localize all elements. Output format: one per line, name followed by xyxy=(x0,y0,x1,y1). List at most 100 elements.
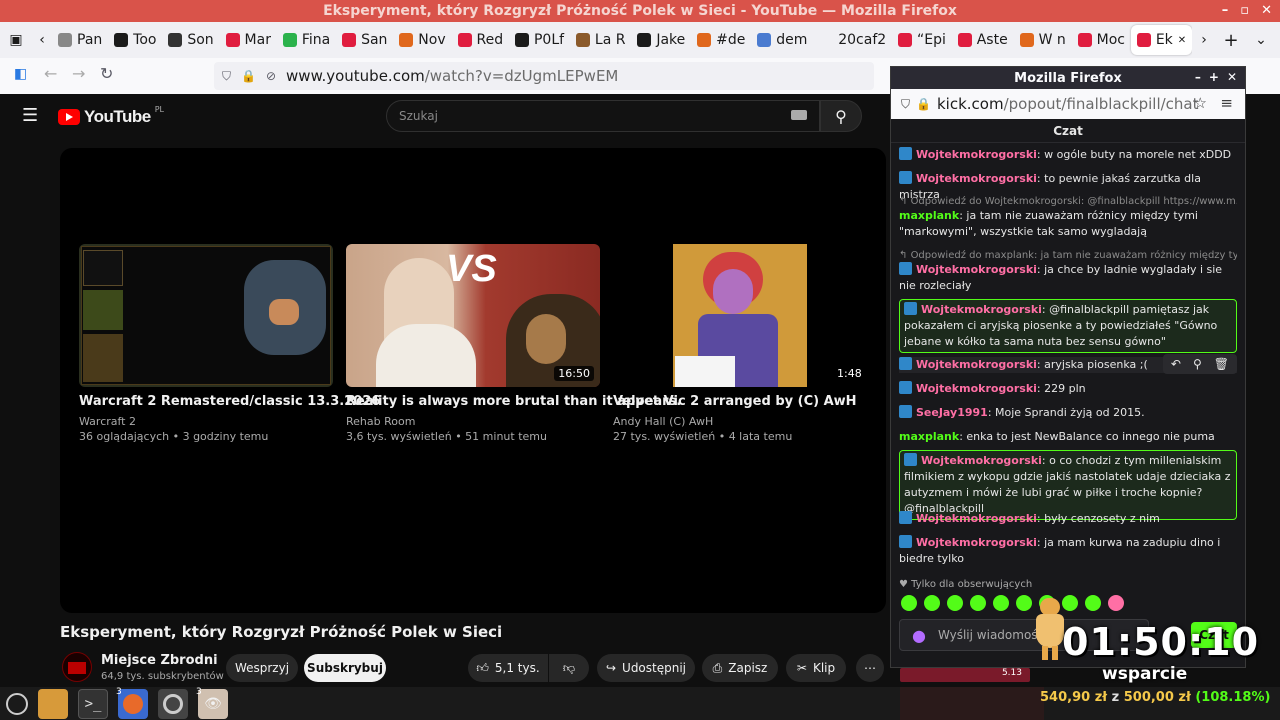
search-input[interactable]: Szukaj xyxy=(386,100,820,132)
browser-tab[interactable]: Aste xyxy=(952,22,1014,58)
subscribe-button[interactable]: Subskrybuj xyxy=(304,654,386,682)
browser-tab[interactable]: Jake xyxy=(631,22,691,58)
tab-overflow-icon[interactable]: ⌄ xyxy=(1246,32,1276,48)
chat-username[interactable]: Wojtekmokrogorski xyxy=(916,358,1037,371)
video-thumbnail[interactable] xyxy=(613,244,867,387)
permissions-icon[interactable]: ⊘ xyxy=(266,69,276,83)
browser-tab[interactable]: dem xyxy=(751,22,813,58)
popup-shield-icon[interactable]: ⛉ xyxy=(901,97,910,112)
popup-maximize-icon[interactable]: + xyxy=(1209,70,1219,84)
terminal-icon[interactable]: >_ xyxy=(78,689,108,719)
browser-tab[interactable]: W n xyxy=(1014,22,1072,58)
popup-close-icon[interactable]: ✕ xyxy=(1227,70,1237,84)
pin-action-icon[interactable]: ⚲ xyxy=(1193,356,1202,372)
new-tab-icon[interactable]: + xyxy=(1216,30,1246,51)
folder-icon[interactable] xyxy=(38,689,68,719)
tab-list-icon[interactable]: ▣ xyxy=(0,22,32,58)
emote-icon[interactable] xyxy=(947,595,963,611)
star-icon[interactable]: ☆ xyxy=(1194,94,1207,112)
minimize-icon[interactable]: – xyxy=(1222,3,1229,18)
popup-lock-icon[interactable]: 🔒 xyxy=(916,97,931,111)
search-button[interactable]: ⚲ xyxy=(820,100,862,132)
support-button[interactable]: Wesprzyj xyxy=(226,654,298,682)
emote-icon[interactable] xyxy=(1085,595,1101,611)
chat-username[interactable]: Wojtekmokrogorski xyxy=(916,263,1037,276)
keyboard-icon[interactable] xyxy=(791,110,807,120)
browser-tab[interactable]: Moc xyxy=(1072,22,1131,58)
chat-username[interactable]: Wojtekmokrogorski xyxy=(916,382,1037,395)
youtube-header: ☰ YouTube PL Szukaj ⚲ xyxy=(0,94,890,138)
tab-scroll-right-icon[interactable]: › xyxy=(1192,32,1216,48)
clip-button[interactable]: ✂ Klip xyxy=(786,654,846,682)
browser-tab[interactable]: Son xyxy=(162,22,219,58)
share-button[interactable]: ↪ Udostępnij xyxy=(597,654,695,682)
chat-message: maxplank: enka to jest NewBalance co inn… xyxy=(899,429,1237,445)
hamburger-icon[interactable]: ≡ xyxy=(1220,94,1233,112)
youtube-logo[interactable]: YouTube PL xyxy=(58,105,164,127)
browser-tab[interactable]: P0Lf xyxy=(509,22,570,58)
maximize-icon[interactable]: ▫ xyxy=(1240,3,1249,18)
tab-scroll-left-icon[interactable]: ‹ xyxy=(32,32,52,48)
chat-username[interactable]: Wojtekmokrogorski xyxy=(916,536,1037,549)
video-title[interactable]: Warcraft 2 Remastered/classic 13.3.2026 xyxy=(79,394,380,410)
firefox-icon[interactable]: 3 xyxy=(116,687,148,719)
forward-icon[interactable]: → xyxy=(72,64,85,83)
shield-icon[interactable]: ⛉ xyxy=(222,69,231,84)
chat-username[interactable]: Wojtekmokrogorski xyxy=(916,148,1037,161)
menu-icon[interactable]: ☰ xyxy=(22,105,38,126)
suggested-video-3[interactable]: 1:48 Velvet Vic 2 arranged by (C) AwH An… xyxy=(613,244,867,444)
microphone-icon[interactable]: ● xyxy=(912,626,926,645)
browser-tab[interactable]: “Epi xyxy=(892,22,952,58)
app-icon[interactable]: 3 👁︎ xyxy=(196,687,228,719)
chat-username[interactable]: Wojtekmokrogorski xyxy=(916,512,1037,525)
browser-tab[interactable]: Nov xyxy=(393,22,451,58)
url-bar[interactable]: ⛉ 🔒 ⊘ www.youtube.com/watch?v=dzUgmLEPwE… xyxy=(214,62,874,90)
video-thumbnail[interactable] xyxy=(79,244,333,387)
chat-username[interactable]: maxplank xyxy=(899,430,959,443)
close-icon[interactable]: ✕ xyxy=(1261,3,1272,18)
sidebar-icon[interactable]: ◧ xyxy=(14,66,27,82)
dislike-button[interactable]: 👎︎ xyxy=(549,654,589,682)
browser-tab[interactable]: 20caf2 xyxy=(813,22,892,58)
emote-icon[interactable] xyxy=(970,595,986,611)
lock-icon[interactable]: 🔒 xyxy=(241,69,256,83)
browser-tab[interactable]: Ek ✕ xyxy=(1130,25,1192,55)
chat-username[interactable]: Wojtekmokrogorski xyxy=(916,172,1037,185)
save-button[interactable]: ⎙ Zapisz xyxy=(702,654,778,682)
video-thumbnail[interactable]: VS 16:50 xyxy=(346,244,600,387)
chat-username[interactable]: SeeJay1991 xyxy=(916,406,988,419)
chat-username[interactable]: maxplank xyxy=(899,209,959,222)
browser-tab[interactable]: La R xyxy=(570,22,631,58)
back-icon[interactable]: ← xyxy=(44,64,57,83)
like-button[interactable]: 👍︎ 5,1 tys. xyxy=(468,654,548,682)
start-menu-icon[interactable] xyxy=(2,689,32,719)
tab-close-icon[interactable]: ✕ xyxy=(1178,35,1186,46)
channel-avatar[interactable] xyxy=(62,652,92,682)
more-actions-button[interactable]: ⋯ xyxy=(856,654,884,682)
reply-action-icon[interactable]: ↶ xyxy=(1171,356,1181,372)
browser-tab[interactable]: Pan xyxy=(52,22,108,58)
emote-icon[interactable] xyxy=(993,595,1009,611)
browser-tab[interactable]: Red xyxy=(452,22,509,58)
video-channel[interactable]: Warcraft 2 xyxy=(79,414,380,429)
popup-minimize-icon[interactable]: – xyxy=(1195,70,1201,84)
browser-tab[interactable]: Fina xyxy=(277,22,336,58)
suggested-video-1[interactable]: Warcraft 2 Remastered/classic 13.3.2026 … xyxy=(79,244,380,444)
popup-url-bar[interactable]: ⛉ 🔒 kick.com/popout/finalblackpill/chat … xyxy=(891,89,1245,119)
reload-icon[interactable]: ↻ xyxy=(100,64,113,83)
emote-icon[interactable] xyxy=(901,595,917,611)
video-channel[interactable]: Andy Hall (C) AwH xyxy=(613,414,867,429)
delete-action-icon[interactable]: 🗑︎ xyxy=(1214,356,1229,372)
tab-favicon-icon xyxy=(1077,33,1092,47)
emote-icon[interactable] xyxy=(1108,595,1124,611)
chat-username[interactable]: Wojtekmokrogorski xyxy=(921,454,1042,467)
emote-icon[interactable] xyxy=(924,595,940,611)
browser-tab[interactable]: Mar xyxy=(220,22,277,58)
chat-username[interactable]: Wojtekmokrogorski xyxy=(921,303,1042,316)
browser-tab[interactable]: Too xyxy=(108,22,162,58)
channel-name[interactable]: Miejsce Zbrodni xyxy=(101,653,218,668)
video-title[interactable]: Velvet Vic 2 arranged by (C) AwH xyxy=(613,394,867,410)
obs-icon[interactable] xyxy=(158,689,188,719)
browser-tab[interactable]: San xyxy=(336,22,393,58)
browser-tab[interactable]: #de xyxy=(691,22,751,58)
